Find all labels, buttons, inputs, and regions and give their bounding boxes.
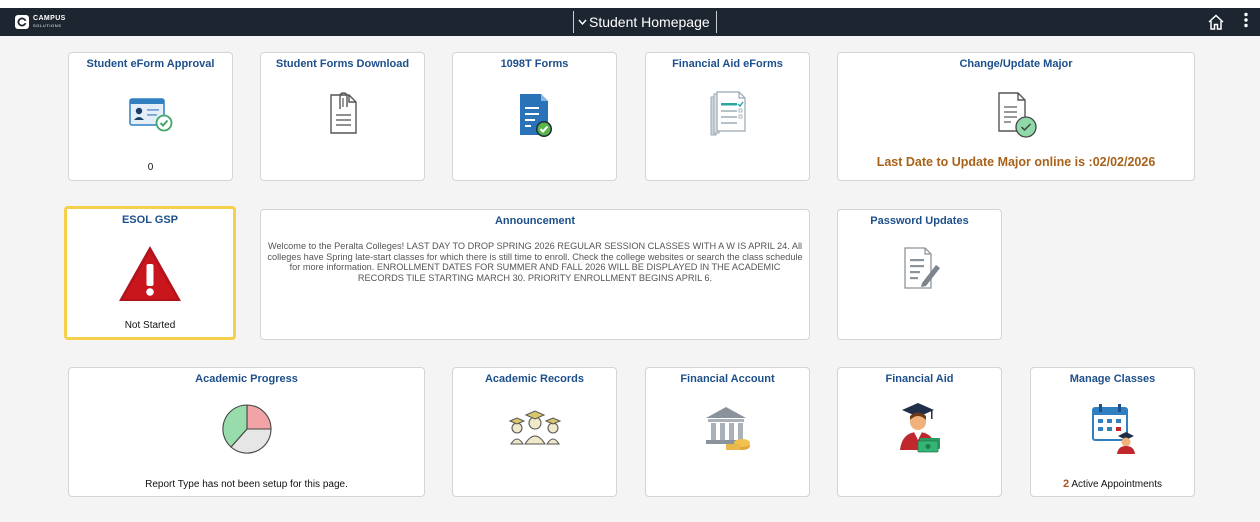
tile-title: Student Forms Download xyxy=(275,58,410,70)
tile-student-eform-approval[interactable]: Student eForm Approval 0 xyxy=(68,52,233,181)
tile-title: 1098T Forms xyxy=(500,58,569,70)
id-card-check-icon xyxy=(128,94,174,139)
chevron-down-icon xyxy=(578,16,587,28)
tile-title: Change/Update Major xyxy=(959,58,1073,70)
tile-password-updates[interactable]: Password Updates xyxy=(837,209,1002,340)
document-pencil-icon xyxy=(898,244,942,299)
document-check-circle-icon xyxy=(993,89,1039,144)
tile-title: Student eForm Approval xyxy=(86,58,215,70)
graduate-money-icon xyxy=(896,400,944,459)
tile-financial-aid-eforms[interactable]: Financial Aid eForms xyxy=(645,52,810,181)
appointments-count: 2 xyxy=(1063,478,1070,490)
document-stack-icon xyxy=(706,89,750,144)
tile-academic-progress[interactable]: Academic Progress Report Type has not be… xyxy=(68,367,425,497)
tile-academic-records[interactable]: Academic Records xyxy=(452,367,617,497)
logo-subtext: SOLUTIONS xyxy=(33,23,62,28)
bank-money-icon xyxy=(702,404,754,457)
pie-chart-icon xyxy=(221,403,273,460)
page-title: Student Homepage xyxy=(589,14,710,30)
tile-student-forms-download[interactable]: Student Forms Download xyxy=(260,52,425,181)
esol-status: Not Started xyxy=(124,320,176,331)
document-paperclip-icon xyxy=(325,91,361,142)
appointments-label: Active Appointments xyxy=(1071,479,1162,490)
tile-title: Academic Records xyxy=(484,373,585,385)
campus-solutions-logo[interactable]: CAMPUS SOLUTIONS xyxy=(15,15,66,29)
academic-progress-message: Report Type has not been setup for this … xyxy=(145,479,348,490)
graduates-icon xyxy=(507,406,563,451)
tile-title: Financial Aid xyxy=(885,373,954,385)
tile-announcement[interactable]: Announcement Welcome to the Peralta Coll… xyxy=(260,209,810,340)
tile-title: Financial Account xyxy=(680,373,775,385)
more-vertical-icon[interactable] xyxy=(1240,12,1252,32)
tile-manage-classes[interactable]: Manage Classes 2 Active Appointments xyxy=(1030,367,1195,497)
page-title-dropdown[interactable]: Student Homepage xyxy=(573,11,717,33)
top-strip xyxy=(0,0,1260,8)
calendar-person-icon xyxy=(1088,402,1138,459)
tile-title: Academic Progress xyxy=(195,373,298,385)
tile-financial-aid[interactable]: Financial Aid xyxy=(837,367,1002,497)
tile-title: Announcement xyxy=(494,215,576,227)
home-icon[interactable] xyxy=(1207,13,1225,31)
announcement-text: Welcome to the Peralta Colleges! LAST DA… xyxy=(267,241,803,283)
logo-text: CAMPUS xyxy=(33,15,66,22)
tile-1098t-forms[interactable]: 1098T Forms xyxy=(452,52,617,181)
document-check-icon xyxy=(515,91,555,144)
tile-esol-gsp[interactable]: ESOL GSP Not Started xyxy=(64,206,236,340)
warning-triangle-icon xyxy=(117,244,183,309)
tile-title: Financial Aid eForms xyxy=(672,58,783,70)
tile-change-update-major[interactable]: Change/Update Major Last Date to Update … xyxy=(837,52,1195,181)
appointments-summary: 2 Active Appointments xyxy=(1031,478,1194,490)
logo-mark-icon xyxy=(15,15,29,29)
eform-count: 0 xyxy=(147,162,154,173)
tile-title: ESOL GSP xyxy=(121,214,179,226)
tile-title: Password Updates xyxy=(870,215,969,227)
header-bar: CAMPUS SOLUTIONS Student Homepage xyxy=(0,8,1260,36)
tile-financial-account[interactable]: Financial Account xyxy=(645,367,810,497)
tile-title: Manage Classes xyxy=(1069,373,1156,385)
major-deadline-text: Last Date to Update Major online is :02/… xyxy=(876,155,1156,169)
